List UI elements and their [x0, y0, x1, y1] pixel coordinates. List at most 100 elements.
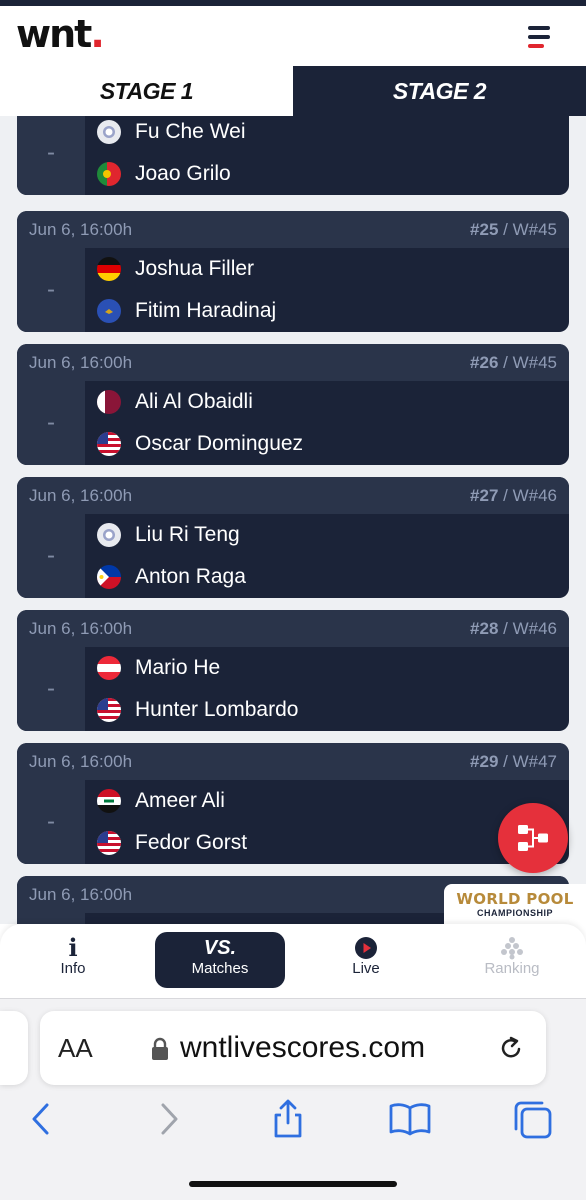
wnt-logo[interactable]: wnt. [16, 12, 105, 56]
player-name: Joao Grilo [135, 162, 231, 185]
usa-flag-icon [97, 831, 121, 855]
logo-text: wnt [16, 12, 92, 56]
player-name: Fedor Gorst [135, 831, 248, 854]
player-name: Ameer Ali [135, 789, 225, 812]
match-header: Jun 6, 16:00h #28 / W#46 [17, 610, 569, 647]
winner-slot: / W#46 [503, 618, 557, 638]
bracket-fab-button[interactable] [498, 803, 568, 873]
match-score: - [17, 381, 85, 465]
match-number: #29 [470, 751, 499, 771]
match-date: Jun 6, 16:00h [29, 219, 133, 239]
ranking-icon [447, 932, 577, 960]
tab-stage-1[interactable]: STAGE 1 [0, 66, 293, 116]
kosovo-flag-icon [97, 299, 121, 323]
portugal-flag-icon [97, 162, 121, 186]
match-card[interactable]: Jun 6, 16:00h #29 / W#47 - Ameer Ali Fedo… [17, 743, 569, 864]
bracket-icon [518, 825, 548, 851]
tab-matches[interactable]: VS. Matches [155, 932, 285, 988]
logo-dot: . [90, 12, 105, 56]
match-card[interactable]: - Fu Che Wei Joao Grilo [17, 116, 569, 195]
iraq-flag-icon [97, 789, 121, 813]
match-date: Jun 6, 16:00h [29, 751, 133, 771]
player-1: Fu Che Wei [97, 116, 246, 153]
browser-toolbar: AA wntlivescores.com [0, 998, 586, 1200]
brand-line-2: CHAMPIONSHIP [476, 908, 553, 918]
player-1: Ameer Ali [97, 780, 225, 822]
match-header: Jun 6, 16:00h #29 / W#47 [17, 743, 569, 780]
match-date: Jun 6, 16:00h [29, 352, 133, 372]
philippines-flag-icon [97, 565, 121, 589]
address-bar[interactable]: AA wntlivescores.com [40, 1011, 546, 1085]
bookmarks-book-icon[interactable] [388, 1099, 431, 1139]
player-2: Hunter Lombardo [97, 689, 298, 731]
player-1: Liu Ri Teng [97, 514, 240, 556]
tab-ranking[interactable]: Ranking [447, 932, 577, 988]
match-card[interactable]: Jun 6, 16:00h #28 / W#46 - Mario He Hunte… [17, 610, 569, 731]
match-score: - [17, 780, 85, 864]
url-text[interactable]: wntlivescores.com [180, 1031, 425, 1065]
player-name: Liu Ri Teng [135, 523, 240, 546]
player-name: Ali Al Obaidli [135, 390, 253, 413]
player-name: Oscar Dominguez [135, 432, 304, 455]
usa-flag-icon [97, 698, 121, 722]
app-header: wnt. [0, 6, 586, 66]
player-name: Hunter Lombardo [135, 698, 299, 721]
player-2: Joao Grilo [97, 153, 231, 195]
match-score: - [17, 514, 85, 598]
chinese-taipei-flag-icon [97, 523, 121, 547]
hamburger-menu-icon[interactable] [528, 26, 550, 50]
match-number: #26 [470, 352, 499, 372]
match-score: - [17, 116, 85, 195]
world-pool-championship-logo: WORLD POOL CHAMPIONSHIP [444, 884, 586, 926]
match-date: Jun 6, 16:00h [29, 618, 133, 638]
player-1: Joshua Filler [97, 248, 254, 290]
tab-label: Live [352, 960, 380, 977]
stage-tabs: STAGE 1 STAGE 2 [0, 66, 586, 116]
tab-label: Matches [191, 960, 249, 977]
match-number: #25 [470, 219, 499, 239]
previous-tab-peek[interactable] [0, 1011, 28, 1085]
player-name: Joshua Filler [135, 257, 255, 280]
tab-live[interactable]: Live [301, 932, 431, 988]
player-2: Fitim Haradinaj [97, 290, 276, 332]
home-indicator [189, 1181, 397, 1187]
vs-icon: VS. [203, 937, 237, 959]
info-icon: i [68, 933, 78, 962]
reader-aa-button[interactable]: AA [58, 1033, 93, 1064]
player-name: Anton Raga [135, 565, 246, 588]
match-score [17, 913, 85, 924]
forward-chevron-icon[interactable] [148, 1099, 188, 1139]
match-card[interactable]: Jun 6, 16:00h #26 / W#45 - Ali Al Obaidli… [17, 344, 569, 465]
match-number: #28 [470, 618, 499, 638]
play-icon [301, 932, 431, 960]
player-2: Fedor Gorst [97, 822, 247, 864]
tabs-icon[interactable] [512, 1099, 552, 1139]
match-header: Jun 6, 16:00h #26 / W#45 [17, 344, 569, 381]
brand-line-1: WORLD POOL [456, 890, 574, 908]
player-2: Anton Raga [97, 556, 246, 598]
match-number: #27 [470, 485, 499, 505]
match-header: Jun 6, 16:00h #27 / W#46 [17, 477, 569, 514]
match-card[interactable]: Jun 6, 16:00h #27 / W#46 - Liu Ri Teng An… [17, 477, 569, 598]
lock-icon [150, 1037, 170, 1066]
germany-flag-icon [97, 257, 121, 281]
match-score: - [17, 248, 85, 332]
tab-stage-2[interactable]: STAGE 2 [293, 66, 586, 116]
match-header: Jun 6, 16:00h #25 / W#45 [17, 211, 569, 248]
winner-slot: / W#46 [503, 485, 557, 505]
match-date: Jun 6, 16:00h [29, 485, 133, 505]
winner-slot: / W#47 [503, 751, 557, 771]
player-name: Mario He [135, 656, 221, 679]
reload-icon[interactable] [496, 1033, 526, 1068]
match-date: Jun 6, 16:00h [29, 884, 133, 904]
player-name: Fitim Haradinaj [135, 299, 277, 322]
share-icon[interactable] [268, 1099, 308, 1139]
tab-label: Info [60, 960, 86, 977]
winner-slot: / W#45 [503, 219, 557, 239]
match-card[interactable]: Jun 6, 16:00h #25 / W#45 - Joshua Filler … [17, 211, 569, 332]
player-1: Ali Al Obaidli [97, 381, 253, 423]
player-name: Fu Che Wei [135, 120, 246, 143]
tab-info[interactable]: i Info [8, 932, 138, 988]
match-score: - [17, 647, 85, 731]
back-chevron-icon[interactable] [22, 1099, 62, 1139]
